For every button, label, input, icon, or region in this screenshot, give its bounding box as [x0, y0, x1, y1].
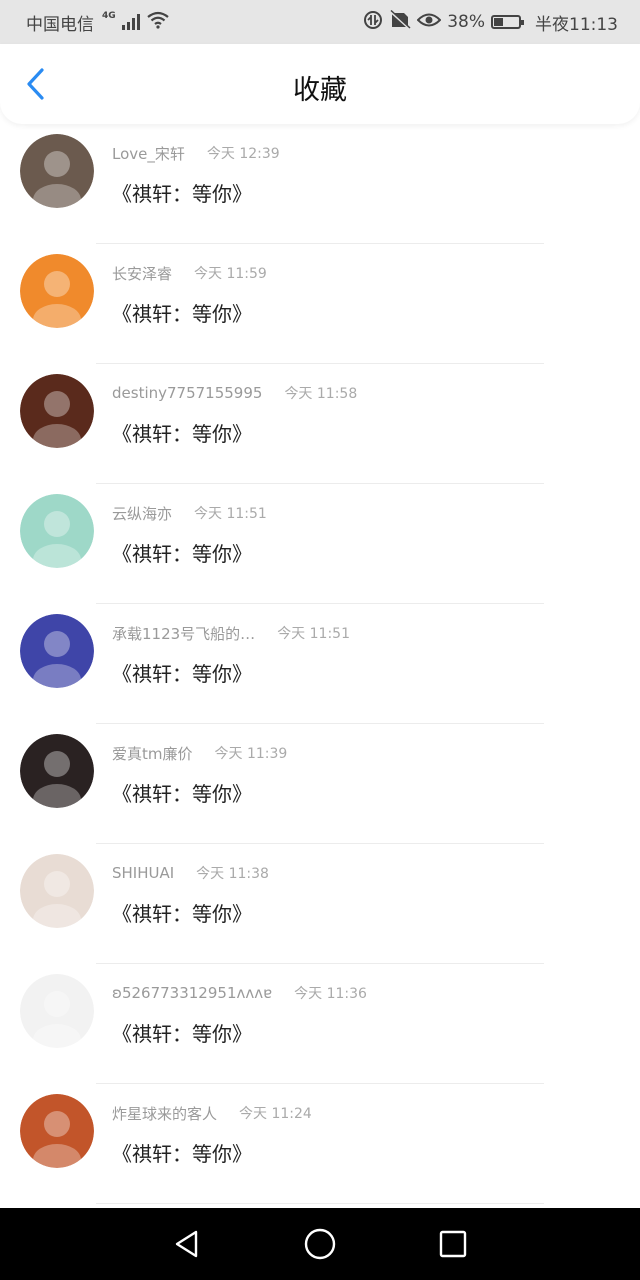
- battery-percent: 38%: [447, 12, 485, 32]
- divider: [96, 1203, 544, 1204]
- avatar[interactable]: [20, 614, 94, 688]
- nav-bar: 收藏: [0, 44, 640, 124]
- timestamp: 今天 11:51: [277, 626, 350, 642]
- list-item[interactable]: destiny7757155995 今天 11:58 《祺轩：等你》: [0, 364, 640, 484]
- avatar[interactable]: [20, 974, 94, 1048]
- user-name[interactable]: ʚ526773312951ʌʌʌɐ: [112, 984, 272, 1002]
- system-nav-bar: [0, 1208, 640, 1280]
- item-meta: 炸星球来的客人 今天 11:24: [112, 1102, 312, 1124]
- timestamp: 今天 11:51: [194, 506, 267, 522]
- timestamp: 今天 11:58: [284, 386, 358, 402]
- wifi-icon: [146, 11, 170, 33]
- user-name[interactable]: destiny7757155995: [112, 384, 262, 402]
- item-content[interactable]: 《祺轩：等你》: [112, 778, 252, 807]
- avatar[interactable]: [20, 494, 94, 568]
- list-item[interactable]: 爱真tm廉价 今天 11:39 《祺轩：等你》: [0, 724, 640, 844]
- timestamp: 今天 11:39: [214, 746, 288, 762]
- item-meta: 云纵海亦 今天 11:51: [112, 502, 267, 524]
- item-meta: Love_宋轩 今天 12:39: [112, 142, 280, 164]
- item-content[interactable]: 《祺轩：等你》: [112, 658, 252, 687]
- list-item[interactable]: Love_宋轩 今天 12:39 《祺轩：等你》: [0, 124, 640, 244]
- avatar[interactable]: [20, 1094, 94, 1168]
- timestamp: 今天 11:59: [194, 266, 267, 282]
- item-content[interactable]: 《祺轩：等你》: [112, 178, 252, 207]
- signal-icon: [121, 14, 140, 30]
- list-item[interactable]: ʚ526773312951ʌʌʌɐ 今天 11:36 《祺轩：等你》: [0, 964, 640, 1084]
- user-name[interactable]: Love_宋轩: [112, 143, 185, 164]
- user-name[interactable]: 云纵海亦: [112, 503, 172, 524]
- item-content[interactable]: 《祺轩：等你》: [112, 538, 252, 567]
- status-bar: 中国电信 4G 38% 半夜11:13: [0, 0, 640, 44]
- eye-icon: [416, 11, 442, 34]
- item-content[interactable]: 《祺轩：等你》: [112, 1018, 252, 1047]
- list-item[interactable]: 云纵海亦 今天 11:51 《祺轩：等你》: [0, 484, 640, 604]
- recents-nav-button[interactable]: [433, 1224, 473, 1264]
- item-meta: 爱真tm廉价 今天 11:39: [112, 742, 287, 764]
- circle-home-icon: [304, 1228, 336, 1260]
- timestamp: 今天 11:38: [196, 866, 269, 882]
- item-meta: SHIHUAI 今天 11:38: [112, 862, 269, 884]
- square-recents-icon: [440, 1230, 467, 1258]
- user-name[interactable]: 长安泽睿: [112, 263, 172, 284]
- triangle-back-icon: [175, 1230, 197, 1258]
- user-name[interactable]: 炸星球来的客人: [112, 1103, 217, 1124]
- timestamp: 今天 12:39: [206, 146, 280, 162]
- list-item[interactable]: 长安泽睿 今天 11:59 《祺轩：等你》: [0, 244, 640, 364]
- favorites-list: Love_宋轩 今天 12:39 《祺轩：等你》 长安泽睿 今天 11:59 《祺轩：等你…: [0, 124, 640, 1204]
- avatar[interactable]: [20, 254, 94, 328]
- item-content[interactable]: 《祺轩：等你》: [112, 898, 252, 927]
- timestamp: 今天 11:24: [239, 1106, 312, 1122]
- timestamp: 今天 11:36: [294, 986, 367, 1002]
- user-name[interactable]: 爱真tm廉价: [112, 743, 193, 764]
- list-item[interactable]: SHIHUAI 今天 11:38 《祺轩：等你》: [0, 844, 640, 964]
- avatar[interactable]: [20, 854, 94, 928]
- avatar[interactable]: [20, 734, 94, 808]
- list-item[interactable]: 承载1123号飞船的… 今天 11:51 《祺轩：等你》: [0, 604, 640, 724]
- battery-icon: [491, 15, 524, 29]
- item-content[interactable]: 《祺轩：等你》: [112, 1138, 252, 1167]
- carrier-label: 中国电信: [26, 14, 94, 35]
- home-nav-button[interactable]: [300, 1224, 340, 1264]
- back-nav-button[interactable]: [167, 1224, 207, 1264]
- avatar[interactable]: [20, 374, 94, 448]
- item-content[interactable]: 《祺轩：等你》: [112, 418, 252, 447]
- item-meta: 承载1123号飞船的… 今天 11:51: [112, 622, 350, 644]
- network-type-label: 4G: [102, 11, 116, 21]
- status-left: 中国电信 4G: [26, 10, 170, 35]
- item-content[interactable]: 《祺轩：等你》: [112, 298, 252, 327]
- user-name[interactable]: SHIHUAI: [112, 864, 174, 882]
- status-right: 38% 半夜11:13: [363, 9, 618, 35]
- user-name[interactable]: 承载1123号飞船的…: [112, 623, 255, 644]
- no-sim-icon: [389, 9, 412, 35]
- clock: 半夜11:13: [535, 14, 618, 35]
- avatar[interactable]: [20, 134, 94, 208]
- item-meta: ʚ526773312951ʌʌʌɐ 今天 11:36: [112, 982, 367, 1004]
- page-title: 收藏: [293, 75, 347, 106]
- item-meta: destiny7757155995 今天 11:58: [112, 382, 357, 404]
- list-item[interactable]: 炸星球来的客人 今天 11:24 《祺轩：等你》: [0, 1084, 640, 1204]
- item-meta: 长安泽睿 今天 11:59: [112, 262, 267, 284]
- data-saver-icon: [363, 10, 383, 35]
